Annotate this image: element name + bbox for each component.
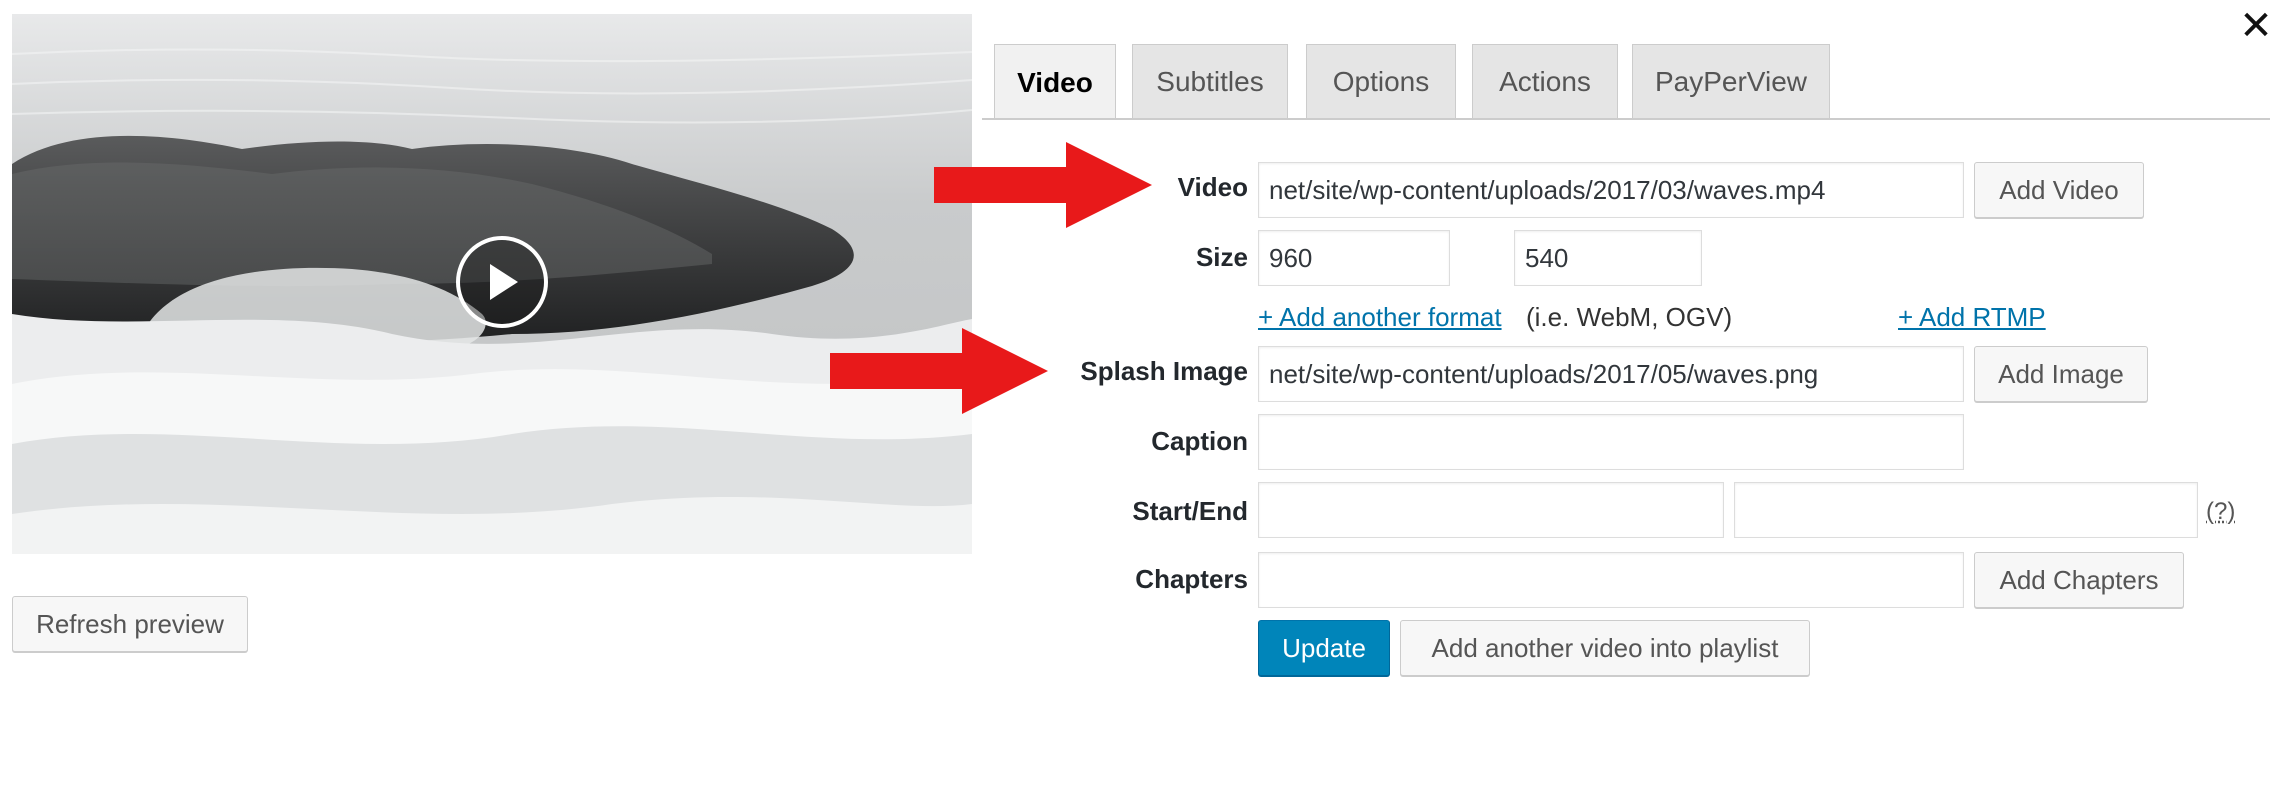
chapters-input[interactable]	[1258, 552, 1964, 608]
add-playlist-video-button[interactable]: Add another video into playlist	[1400, 620, 1810, 676]
video-url-input[interactable]	[1258, 162, 1964, 218]
add-chapters-button[interactable]: Add Chapters	[1974, 552, 2184, 608]
tab-actions[interactable]: Actions	[1472, 44, 1618, 118]
add-image-button[interactable]: Add Image	[1974, 346, 2148, 402]
video-label: Video	[1177, 172, 1248, 202]
chapters-label: Chapters	[1135, 564, 1248, 594]
add-video-button[interactable]: Add Video	[1974, 162, 2144, 218]
start-end-label: Start/End	[1132, 496, 1248, 526]
refresh-preview-button[interactable]: Refresh preview	[12, 596, 248, 652]
caption-input[interactable]	[1258, 414, 1964, 470]
caption-label: Caption	[1151, 426, 1248, 456]
tab-options[interactable]: Options	[1306, 44, 1456, 118]
arrow-icon	[830, 328, 1048, 414]
tab-subtitles[interactable]: Subtitles	[1132, 44, 1288, 118]
add-rtmp-link[interactable]: + Add RTMP	[1898, 302, 2046, 333]
tab-payperview[interactable]: PayPerView	[1632, 44, 1830, 118]
height-input[interactable]	[1514, 230, 1702, 286]
end-input[interactable]	[1734, 482, 2198, 538]
add-format-link[interactable]: + Add another format	[1258, 302, 1502, 333]
close-icon[interactable]: ✕	[2236, 4, 2276, 48]
format-note: (i.e. WebM, OGV)	[1526, 302, 1733, 332]
start-input[interactable]	[1258, 482, 1724, 538]
tab-divider	[982, 118, 2270, 120]
size-label: Size	[1195, 242, 1248, 272]
play-button[interactable]	[456, 236, 548, 328]
splash-image-input[interactable]	[1258, 346, 1964, 402]
help-link[interactable]: (?)	[2206, 498, 2235, 526]
update-button[interactable]: Update	[1258, 620, 1390, 676]
width-input[interactable]	[1258, 230, 1450, 286]
play-icon	[490, 264, 518, 300]
splash-image-label: Splash Image	[1080, 356, 1248, 386]
tab-video[interactable]: Video	[994, 44, 1116, 120]
video-preview[interactable]	[12, 14, 972, 554]
